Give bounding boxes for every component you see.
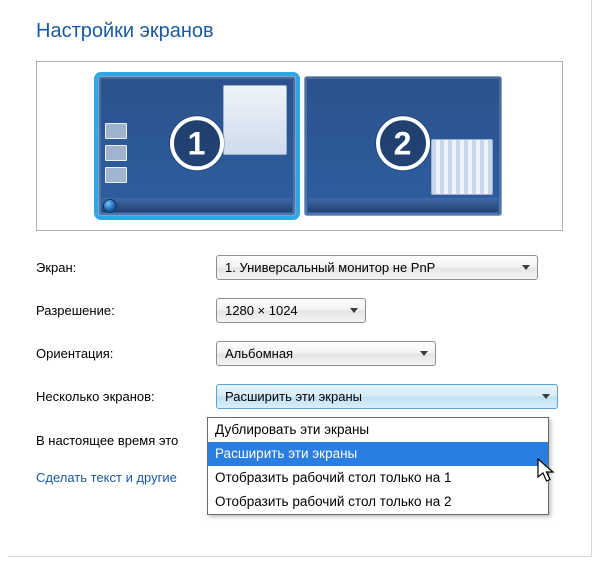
resolution-label: Разрешение:	[36, 303, 216, 318]
display-combo[interactable]: 1. Универсальный монитор не PnP	[216, 255, 538, 280]
chevron-down-icon	[515, 256, 537, 279]
orientation-value: Альбомная	[225, 346, 293, 361]
display-label: Экран:	[36, 260, 216, 275]
orientation-combo[interactable]: Альбомная	[216, 341, 436, 366]
multi-combo[interactable]: Расширить эти экраны	[216, 384, 558, 409]
text-size-link[interactable]: Сделать текст и другие	[36, 470, 177, 485]
monitor-1[interactable]: 1	[98, 76, 296, 216]
display-value: 1. Универсальный монитор не PnP	[225, 260, 435, 275]
multi-option-duplicate[interactable]: Дублировать эти экраны	[208, 418, 548, 442]
cursor-icon	[537, 458, 557, 484]
resolution-combo[interactable]: 1280 × 1024	[216, 298, 366, 323]
row-orientation: Ориентация: Альбомная	[36, 341, 563, 366]
main-display-notice: В настоящее время это	[36, 433, 178, 448]
start-orb-icon	[103, 199, 117, 213]
row-resolution: Разрешение: 1280 × 1024	[36, 298, 563, 323]
orientation-label: Ориентация:	[36, 346, 216, 361]
monitor-2-number: 2	[376, 116, 430, 170]
multi-value: Расширить эти экраны	[225, 389, 362, 404]
multi-option-only1[interactable]: Отобразить рабочий стол только на 1	[208, 466, 548, 490]
resolution-value: 1280 × 1024	[225, 303, 298, 318]
multi-option-extend[interactable]: Расширить эти экраны	[208, 442, 548, 466]
chevron-down-icon	[535, 385, 557, 408]
multi-label: Несколько экранов:	[36, 389, 216, 404]
row-display: Экран: 1. Универсальный монитор не PnP	[36, 255, 563, 280]
monitor-1-number: 1	[170, 116, 224, 170]
multi-option-only2[interactable]: Отобразить рабочий стол только на 2	[208, 490, 548, 514]
row-multi: Несколько экранов: Расширить эти экраны	[36, 384, 563, 409]
monitors-preview: 1 2	[36, 61, 563, 231]
chevron-down-icon	[343, 299, 365, 322]
page-title: Настройки экранов	[36, 20, 563, 43]
chevron-down-icon	[413, 342, 435, 365]
multi-dropdown: Дублировать эти экраны Расширить эти экр…	[207, 417, 549, 515]
monitor-2[interactable]: 2	[304, 76, 502, 216]
